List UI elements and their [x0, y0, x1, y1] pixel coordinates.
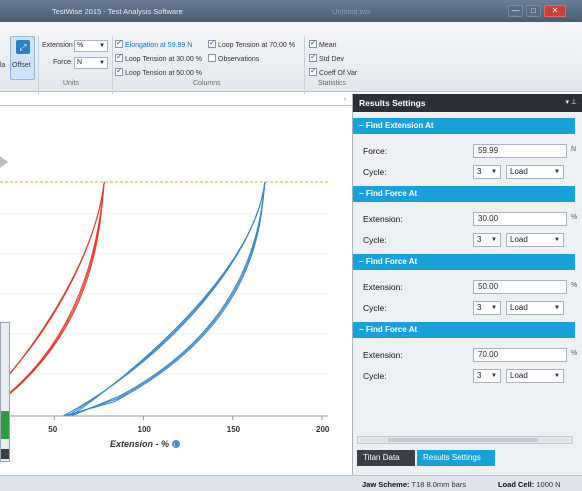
chevron-down-icon: ▼: [491, 373, 497, 379]
document-title: Untitled.twx: [332, 7, 371, 16]
x-tick-label: 150: [227, 425, 241, 434]
chart-series: [0, 181, 266, 417]
maximize-button[interactable]: □: [526, 5, 541, 17]
extension-unit-label: Extension: [42, 42, 73, 49]
chevron-down-icon: ▼: [554, 169, 560, 175]
extension-unit-select[interactable]: % ▼: [74, 40, 108, 52]
section-cycle-label: Cycle:: [363, 167, 387, 177]
mode-select[interactable]: Load ▼: [506, 233, 564, 247]
force-unit-label: Force: [53, 59, 71, 66]
chevron-down-icon: ▼: [491, 305, 497, 311]
mode-select[interactable]: Load ▼: [506, 301, 564, 315]
load-cell-status: Load Cell: 1000 N: [498, 480, 561, 489]
x-tick-label: 50: [48, 425, 57, 434]
offset-icon: ⤢: [16, 40, 30, 54]
ribbon-separator: [112, 36, 113, 98]
mode-select[interactable]: Load ▼: [506, 369, 564, 383]
chevron-down-icon: ▼: [99, 43, 105, 49]
panel-header: Results Settings ▾ ⊥: [353, 94, 582, 112]
mode-select[interactable]: Load ▼: [506, 165, 564, 179]
minimize-button[interactable]: —: [508, 5, 523, 17]
stat-coeff-of-var-checkbox[interactable]: Coeff Of Var: [309, 66, 357, 77]
section-field-input[interactable]: 50.00: [473, 280, 567, 294]
section-field-input[interactable]: 70.00: [473, 348, 567, 362]
section-cycle-label: Cycle:: [363, 371, 387, 381]
section-field-input[interactable]: 59.99: [473, 144, 567, 158]
force-unit-select[interactable]: N ▼: [74, 57, 108, 69]
section-header[interactable]: − Find Force At: [353, 186, 575, 202]
stat-std-dev-checkbox[interactable]: Std Dev: [309, 52, 344, 63]
statistics-group-label: Statistics: [318, 80, 347, 87]
x-tick-label: 200: [316, 425, 330, 434]
chart-area: › 50 100 150 200 Extension - % i: [0, 94, 352, 474]
section-header[interactable]: − Find Force At: [353, 254, 575, 270]
section-header[interactable]: − Find Force At: [353, 322, 575, 338]
section-cycle-label: Cycle:: [363, 235, 387, 245]
section-unit-label: %: [571, 214, 578, 221]
column-elongation-checkbox[interactable]: Elongation at 59.99 N: [115, 38, 192, 49]
scroll-thumb[interactable]: [388, 438, 538, 442]
columns-group-label: Columns: [193, 80, 221, 87]
tab-results-settings[interactable]: Results Settings: [417, 450, 495, 466]
jaw-scheme-status: Jaw Scheme: T18 8.0mm bars: [362, 480, 467, 489]
section-unit-label: %: [571, 282, 578, 289]
section-cycle-label: Cycle:: [363, 303, 387, 313]
horizontal-scrollbar[interactable]: [357, 436, 573, 444]
cycle-select[interactable]: 3 ▼: [473, 369, 501, 383]
cycle-select[interactable]: 3 ▼: [473, 301, 501, 315]
section-field-label: Force:: [363, 146, 388, 156]
x-axis-ticks: 50 100 150 200: [48, 416, 330, 434]
ribbon-cut-label: la: [0, 62, 6, 69]
close-button[interactable]: ✕: [544, 5, 566, 17]
chevron-down-icon: ▼: [554, 373, 560, 379]
chevron-down-icon: ▼: [554, 237, 560, 243]
units-group-label: Units: [63, 80, 79, 87]
tab-titan-data[interactable]: Titan Data: [357, 450, 415, 466]
section-field-label: Extension:: [363, 214, 403, 224]
section-field-label: Extension:: [363, 350, 403, 360]
marker-icon: [0, 156, 8, 168]
ribbon: la ⤢ Offset Extension % ▼ Force N ▼ Units …: [0, 22, 582, 98]
results-settings-panel: Results Settings ▾ ⊥ − Find Extension At…: [352, 94, 582, 475]
chevron-down-icon: ▼: [491, 169, 497, 175]
offset-button[interactable]: ⤢ Offset: [10, 36, 35, 80]
column-loop-tension-70-checkbox[interactable]: Loop Tension at 70.00 %: [208, 38, 295, 49]
panel-controls[interactable]: ▾ ⊥: [565, 98, 577, 106]
chevron-down-icon: ▼: [99, 60, 105, 66]
x-tick-label: 100: [138, 425, 152, 434]
column-loop-tension-50-checkbox[interactable]: Loop Tension at 50.00 %: [115, 66, 202, 77]
section-field-input[interactable]: 30.00: [473, 212, 567, 226]
chevron-down-icon: ▼: [554, 305, 560, 311]
series-blue-loop: [62, 181, 266, 417]
series-red-loop: [0, 181, 105, 401]
panel-title: Results Settings: [359, 98, 426, 108]
series-red-loop: [0, 181, 105, 403]
x-axis-label: Extension - %: [110, 439, 169, 449]
chevron-down-icon: ▼: [491, 237, 497, 243]
section-unit-label: N: [571, 146, 577, 153]
offset-label: Offset: [12, 62, 31, 69]
ribbon-separator: [38, 36, 39, 98]
cycle-select[interactable]: 3 ▼: [473, 165, 501, 179]
left-stub-panel: [0, 322, 10, 462]
section-header[interactable]: − Find Extension At: [353, 118, 575, 134]
cycle-select[interactable]: 3 ▼: [473, 233, 501, 247]
status-bar: Jaw Scheme: T18 8.0mm bars Load Cell: 10…: [0, 475, 582, 491]
title-bar: TestWise 2015 - Test Analysis Software U…: [0, 0, 582, 22]
column-loop-tension-30-checkbox[interactable]: Loop Tension at 30.00 %: [115, 52, 202, 63]
column-observations-checkbox[interactable]: Observations: [208, 54, 259, 63]
load-extension-chart: 50 100 150 200 Extension - % i: [0, 156, 330, 449]
section-field-label: Extension:: [363, 282, 403, 292]
series-red-loop: [0, 181, 105, 401]
stat-mean-checkbox[interactable]: Mean: [309, 38, 337, 49]
left-stub-green-block[interactable]: [1, 411, 9, 439]
section-unit-label: %: [571, 350, 578, 357]
window-title: TestWise 2015 - Test Analysis Software: [52, 7, 183, 16]
ribbon-separator: [304, 36, 305, 98]
chart-grid: [0, 181, 328, 375]
left-stub-dark-block: [1, 449, 9, 459]
info-icon-glyph: i: [174, 443, 175, 449]
